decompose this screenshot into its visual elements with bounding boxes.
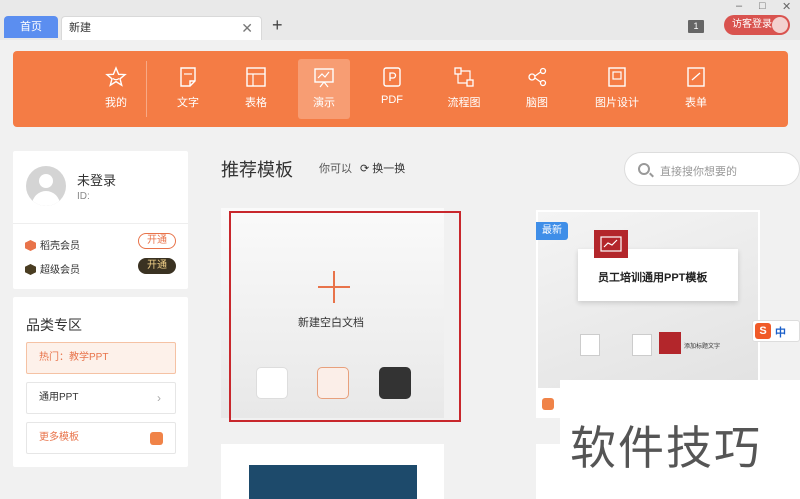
search-icon xyxy=(638,163,650,175)
image-design-icon xyxy=(608,67,626,87)
maximize-icon[interactable]: □ xyxy=(759,0,766,12)
docer-logo-icon xyxy=(542,398,554,410)
user-avatar-icon xyxy=(772,17,788,33)
mindmap-icon xyxy=(528,67,547,87)
slide-mini-icon xyxy=(580,334,600,356)
new-badge: 最新 xyxy=(536,222,568,240)
tool-label: 表格 xyxy=(245,97,267,109)
user-card: 未登录 ID: 稻壳会员 开通 超级会员 开通 xyxy=(13,151,188,289)
refresh-button[interactable]: ⟳ 换一换 xyxy=(360,160,405,176)
sogou-icon: S xyxy=(755,323,771,339)
window-close-icon[interactable]: ✕ xyxy=(782,0,791,13)
template-mini-text: 添加标题文字 xyxy=(684,344,721,350)
template-title: 员工培训通用PPT模板 xyxy=(598,272,708,284)
hint-text: 你可以 xyxy=(319,163,352,175)
tool-my[interactable]: 我的 xyxy=(90,59,142,119)
toolbar-divider xyxy=(146,61,147,117)
membership-label: 稻壳会员 xyxy=(40,241,80,252)
watermark: 软件技巧 xyxy=(560,380,800,499)
table-icon xyxy=(246,67,266,87)
form-icon xyxy=(687,67,705,87)
tool-mindmap[interactable]: 脑图 xyxy=(511,59,563,119)
user-name[interactable]: 未登录 xyxy=(77,170,116,189)
template-card-row2[interactable] xyxy=(221,444,444,499)
star-icon xyxy=(105,66,127,87)
ime-mode-label[interactable]: 中 xyxy=(775,324,786,340)
tab-new[interactable]: 新建 ✕ xyxy=(61,16,262,40)
membership-super: 超级会员 xyxy=(25,261,80,276)
tool-form[interactable]: 表单 xyxy=(670,59,722,119)
watermark-text: 软件技巧 xyxy=(570,422,762,474)
document-icon xyxy=(180,67,196,87)
category-card: 品类专区 热门：教学PPT 通用PPT › 更多模板 xyxy=(13,297,188,467)
docer-logo-icon xyxy=(150,432,163,445)
user-id: ID: xyxy=(77,191,90,202)
category-item-hot[interactable]: 热门：教学PPT xyxy=(26,342,176,374)
tool-label: PDF xyxy=(381,94,403,106)
open-docer-button[interactable]: 开通 xyxy=(138,233,176,249)
tool-spreadsheet[interactable]: 表格 xyxy=(230,59,282,119)
add-tab-button[interactable]: + xyxy=(272,15,283,36)
category-item-more[interactable]: 更多模板 xyxy=(26,422,176,454)
tool-flowchart[interactable]: 流程图 xyxy=(438,59,490,119)
template-thumbnail-dark xyxy=(249,465,417,499)
category-item-label: 更多模板 xyxy=(39,432,79,443)
tab-home[interactable]: 首页 xyxy=(4,16,58,38)
refresh-icon: ⟳ xyxy=(360,163,373,175)
tool-pdf[interactable]: PDF xyxy=(366,59,418,119)
tab-new-label: 新建 xyxy=(69,22,91,34)
page-title: 推荐模板 xyxy=(221,160,293,180)
tool-label: 表单 xyxy=(685,97,707,109)
minimize-icon[interactable]: – xyxy=(736,0,742,12)
highlight-frame xyxy=(229,211,461,422)
pdf-icon xyxy=(383,67,401,87)
ime-toolbar[interactable]: S 中 xyxy=(752,320,800,342)
divider xyxy=(13,223,188,224)
flowchart-icon xyxy=(454,67,474,87)
close-tab-icon[interactable]: ✕ xyxy=(241,17,253,39)
avatar-body xyxy=(32,191,60,206)
presentation-icon xyxy=(314,68,334,88)
tool-label: 图片设计 xyxy=(595,97,639,109)
category-item-label: 通用PPT xyxy=(39,392,79,403)
tool-label: 脑图 xyxy=(526,97,548,109)
search-box[interactable]: 直接搜你想要的 xyxy=(624,152,800,186)
tool-presentation[interactable]: 演示 xyxy=(298,59,350,119)
guest-login-button[interactable]: 访客登录 xyxy=(724,15,790,35)
chart-presentation-icon xyxy=(594,230,628,258)
docer-member-icon xyxy=(25,240,36,251)
tool-image-design[interactable]: 图片设计 xyxy=(591,59,643,119)
tool-label: 文字 xyxy=(177,97,199,109)
category-item-label: 热门：教学PPT xyxy=(39,352,109,363)
tool-label: 演示 xyxy=(313,97,335,109)
category-title: 品类专区 xyxy=(26,317,82,333)
slide-mini-red-icon xyxy=(659,332,681,354)
avatar[interactable] xyxy=(26,166,66,206)
avatar-head xyxy=(39,174,53,188)
super-member-icon xyxy=(25,264,36,275)
tool-label: 流程图 xyxy=(447,97,481,109)
tool-label: 我的 xyxy=(105,97,127,109)
membership-label: 超级会员 xyxy=(40,265,80,276)
refresh-label: 换一换 xyxy=(372,163,406,175)
chevron-right-icon: › xyxy=(157,391,161,405)
category-item-general[interactable]: 通用PPT › xyxy=(26,382,176,414)
tool-text[interactable]: 文字 xyxy=(162,59,214,119)
category-toolbar: 我的 文字 表格 演示 PDF 流程图 脑图 图片设计 表单 xyxy=(13,51,788,127)
open-super-button[interactable]: 开通 xyxy=(138,258,176,274)
guest-login-label: 访客登录 xyxy=(732,19,772,30)
title-bar: 首页 新建 ✕ + – □ ✕ 1 访客登录 xyxy=(0,0,800,40)
tab-count-badge[interactable]: 1 xyxy=(688,20,704,33)
slide-mini-icon xyxy=(632,334,652,356)
search-input[interactable]: 直接搜你想要的 xyxy=(660,163,737,179)
membership-docer: 稻壳会员 xyxy=(25,237,80,252)
